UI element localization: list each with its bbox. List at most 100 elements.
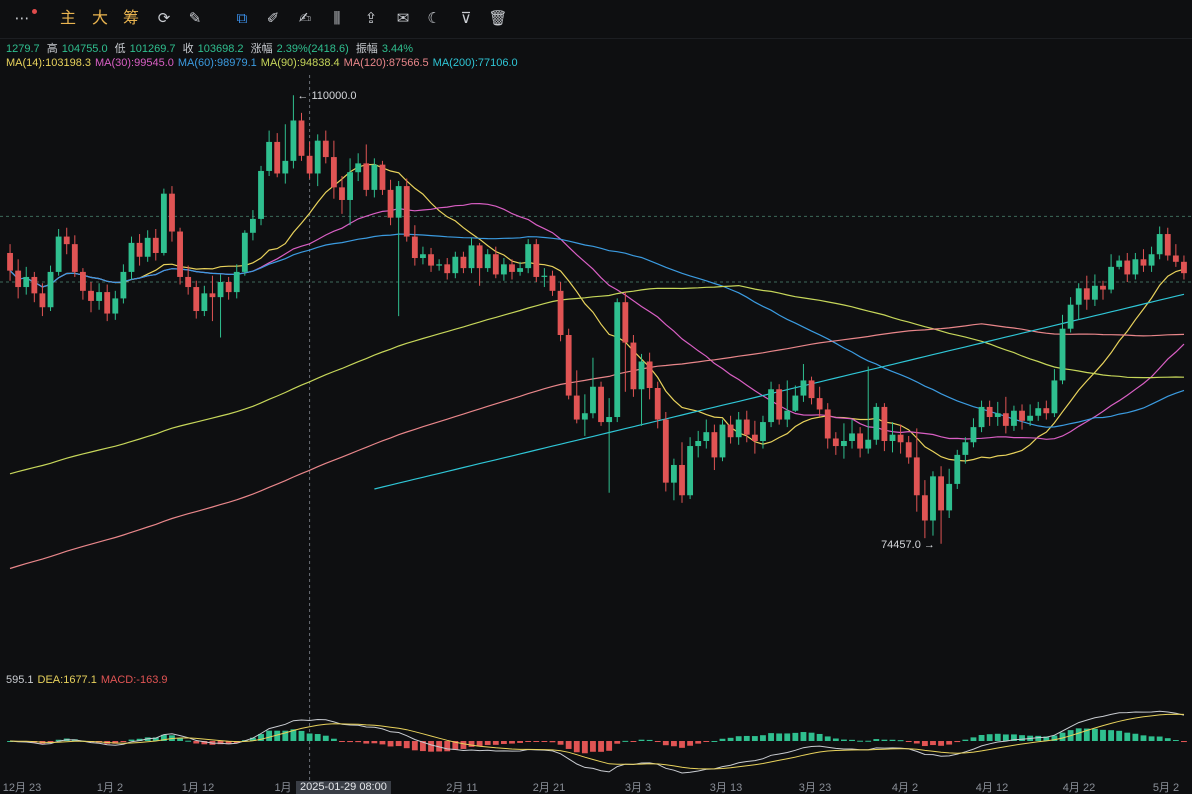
candle-body [695,441,702,447]
candle-body [517,268,524,272]
candle-body [460,256,467,269]
macd-bar [1116,730,1123,741]
macd-bar [986,734,993,741]
candle-body [1043,408,1050,414]
candle-body [1164,234,1171,256]
candle-body [743,419,750,435]
candle-body [306,155,313,174]
candle-body [638,361,645,390]
macd-bar [792,732,799,741]
candle-body [339,187,345,200]
candle-body [1002,413,1009,426]
cursor-time-label: 2025-01-29 08:00 [296,781,391,794]
candle-body [492,254,499,275]
macd-bar [128,739,135,741]
macd-bar [581,741,588,754]
macd-bar [751,736,758,741]
macd-bar [1100,729,1106,741]
candle-body [23,276,30,288]
candle-body [711,432,718,458]
macd-bar [946,741,953,745]
macd-bar [509,741,515,744]
x-tick-label: 2月 11 [446,782,478,794]
macd-bar [444,741,451,752]
candle-body [371,164,378,190]
macd-bar [889,739,896,741]
candle-body [452,256,459,274]
macd-bar [387,741,394,747]
candle-body [314,140,321,174]
macd-bar [371,741,378,744]
candle-body [841,441,847,447]
candle-body [986,406,993,418]
candle-body [201,293,208,312]
candle-body [1116,260,1123,267]
macd-bar [962,739,969,741]
macd-bar [606,741,613,751]
x-tick-label: 3月 3 [625,782,651,794]
candle-body [784,410,791,420]
macd-bar [1059,732,1066,741]
candle-body [1091,285,1098,300]
macd-bar [1075,728,1082,741]
macd-bar [298,730,305,741]
macd-bar [1091,728,1098,741]
candle-body [330,157,337,188]
dif-line [9,710,1185,774]
candle-body [954,454,961,484]
macd-bar [800,732,807,741]
candle-body [760,422,766,441]
macd-bar [695,741,702,744]
macd-bar [1181,741,1187,743]
candle-body [160,193,167,253]
candle-body [679,464,685,496]
candle-body [670,464,677,483]
candle-body [476,245,483,269]
low-annotation: 74457.0 → [881,539,935,551]
macd-bar [533,741,540,742]
candle-body [881,406,888,441]
macd-bar [363,741,370,744]
candle-body [395,186,402,218]
candle-body [930,476,936,521]
candle-body [1156,234,1163,255]
candle-body [55,236,62,272]
candle-body [873,406,880,440]
candle-body [630,342,637,390]
candle-body [751,434,758,441]
macd-bar [654,741,661,742]
x-tick-label: 12月 23 [3,782,42,794]
candle-body [250,218,256,233]
candle-body [735,419,742,438]
macd-bar [776,733,783,741]
candle-body [209,293,216,298]
macd-bar [1172,740,1179,742]
x-tick-label: 2月 21 [533,782,565,794]
candle-body [428,254,434,266]
macd-bar [1108,730,1115,741]
macd-bar [760,735,766,741]
macd-bar [347,741,353,743]
candle-body [905,442,912,458]
candle-body [573,395,580,420]
macd-bar [193,741,200,744]
macd-bar [525,741,532,742]
macd-bar [743,735,750,741]
price-chart[interactable]: ← 110000.0 74457.0 → 12月 23 1月 2 1月 12 1月 2月 1… [0,0,1192,794]
macd-bar [314,734,321,741]
macd-bar [638,739,645,741]
macd-bar [484,741,491,745]
candle-body [322,140,329,158]
candle-body [792,395,799,411]
candle-body [808,380,815,399]
ma-line-90 [9,284,1185,475]
candle-body [1148,254,1155,266]
candle-body [233,271,240,293]
candle-body [727,424,734,438]
candle-body [857,433,864,449]
candle-body [541,275,548,277]
macd-bar [938,741,944,746]
candle-body [509,264,515,272]
macd-bar [735,736,742,741]
candle-body [703,432,710,441]
